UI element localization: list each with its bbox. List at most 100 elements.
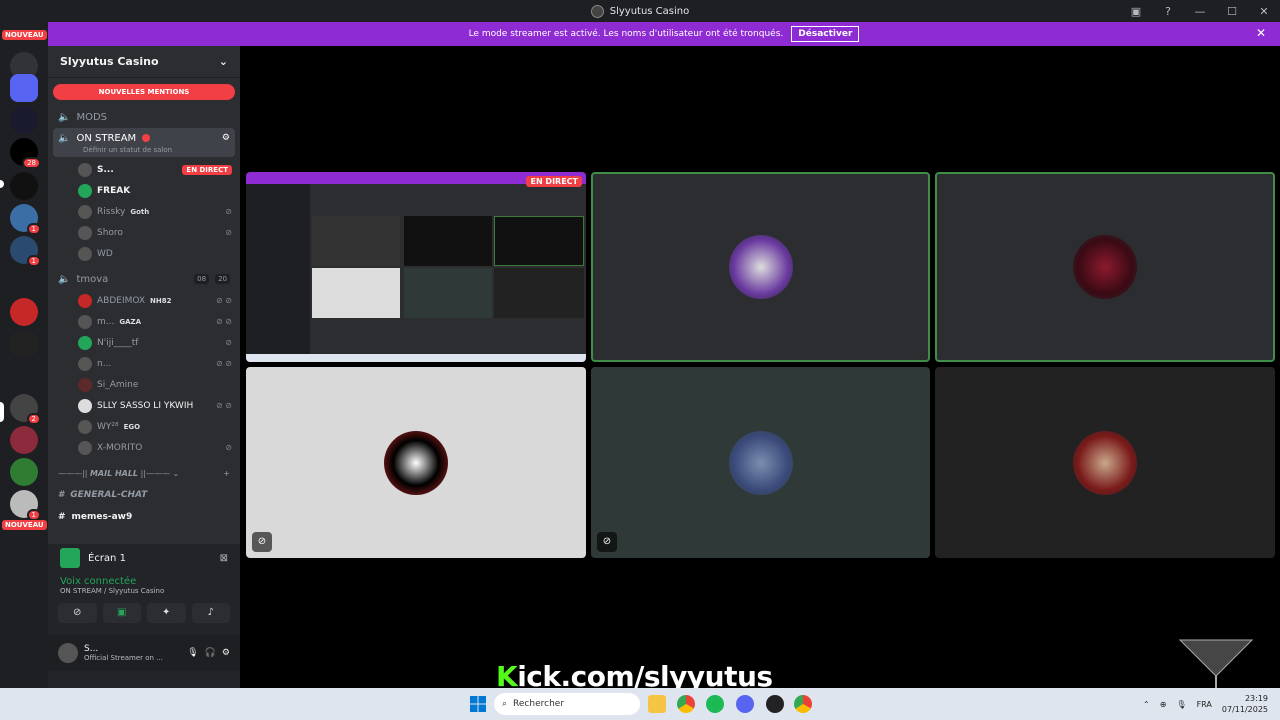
text-channel[interactable]: # GENERAL-CHAT: [48, 484, 240, 506]
member-row[interactable]: Shoro ⊘: [48, 222, 240, 243]
disable-streamer-button[interactable]: Désactiver: [791, 26, 860, 42]
mute-icon: ⊘ ⊘: [216, 359, 232, 368]
screen-icon: [60, 548, 80, 568]
avatar: [1073, 430, 1137, 495]
clock[interactable]: 23:19 07/11/2025: [1222, 693, 1268, 715]
selected-pip: [0, 402, 4, 422]
chrome-icon[interactable]: [677, 695, 695, 713]
speaker-icon: 🔈: [58, 273, 71, 285]
server-icon[interactable]: [10, 426, 38, 454]
file-explorer-icon[interactable]: [648, 695, 666, 713]
participant-tile[interactable]: [935, 172, 1275, 362]
gear-icon[interactable]: ⚙: [222, 133, 230, 143]
taskbar-search[interactable]: ⌕ Rechercher: [494, 693, 640, 715]
microphone-icon[interactable]: 🎙: [187, 648, 198, 658]
server-rail: NOUVEAU 28 1 1 2 1 NOUVEAU: [0, 22, 48, 688]
avatar[interactable]: [58, 643, 78, 663]
server-icon[interactable]: 1: [10, 236, 41, 267]
chevron-up-icon[interactable]: ⌃: [1143, 700, 1150, 709]
server-icon[interactable]: [10, 172, 38, 200]
member-row[interactable]: WY²⁸ EGO: [48, 416, 240, 437]
member-row[interactable]: m... GAZA ⊘ ⊘: [48, 311, 240, 332]
participant-tile[interactable]: [935, 367, 1275, 558]
member-row[interactable]: WD: [48, 243, 240, 264]
mute-icon: ⊘: [225, 443, 232, 452]
stream-preview-sidebar: [246, 184, 310, 362]
member-row[interactable]: N'iji____tf ⊘: [48, 332, 240, 353]
server-icon[interactable]: 28: [10, 138, 41, 169]
settings-icon[interactable]: ⚙: [222, 648, 230, 658]
participant-tile[interactable]: [591, 172, 930, 362]
member-row[interactable]: SLLY SASSO LI YKWIH ⊘ ⊘: [48, 395, 240, 416]
guild-name: Slyyutus Casino: [60, 55, 159, 68]
channel-status-hint[interactable]: Définir un statut de salon: [53, 146, 235, 157]
voice-status: Voix connectée ON STREAM / Slyyutus Casi…: [60, 576, 165, 595]
unread-badge: 1: [26, 255, 41, 267]
server-icon[interactable]: [10, 298, 38, 326]
member-row[interactable]: X-MORITO ⊘: [48, 437, 240, 458]
server-icon[interactable]: [10, 362, 38, 390]
avatar: [78, 335, 92, 350]
guild-header[interactable]: Slyyutus Casino ⌄: [48, 46, 240, 78]
stream-tile[interactable]: EN DIRECT: [246, 172, 586, 362]
server-icon[interactable]: [10, 458, 38, 486]
participant-tile[interactable]: ⊘: [591, 367, 930, 558]
server-icon[interactable]: 2: [10, 394, 41, 425]
new-mentions-pill[interactable]: NOUVELLES MENTIONS: [53, 84, 235, 100]
soundboard-icon[interactable]: ♪: [191, 603, 230, 623]
system-tray: ⌃ ⊕ 🎙 FRA 23:19 07/11/2025: [1143, 688, 1280, 720]
avatar: [78, 440, 92, 455]
participant-tile[interactable]: ⊘: [246, 367, 586, 558]
new-badge-bottom: NOUVEAU: [2, 520, 47, 530]
chrome-icon[interactable]: [794, 695, 812, 713]
text-channel[interactable]: # memes-aw9: [48, 506, 240, 528]
app-icon[interactable]: [766, 695, 784, 713]
help-icon[interactable]: ?: [1152, 5, 1184, 18]
stream-preview-cell: [494, 268, 584, 318]
live-badge: EN DIRECT: [182, 164, 232, 175]
server-icon[interactable]: [10, 330, 38, 358]
discord-icon[interactable]: [736, 695, 754, 713]
network-icon[interactable]: ⊕: [1160, 700, 1167, 709]
server-icon[interactable]: [10, 106, 38, 134]
microphone-icon[interactable]: 🎙: [1176, 700, 1186, 709]
close-icon[interactable]: ⊠: [220, 553, 228, 564]
camera-off-icon[interactable]: ⊘: [58, 603, 97, 623]
mute-icon: ⊘ ⊘: [216, 401, 232, 410]
maximize-button[interactable]: ☐: [1216, 5, 1248, 18]
hash-icon: #: [58, 490, 65, 500]
avatar: [78, 419, 92, 434]
stream-preview-taskbar: [246, 354, 586, 362]
channel-tmova[interactable]: 🔈 tmova 08 20: [48, 268, 240, 290]
member-row[interactable]: n... ⊘ ⊘: [48, 353, 240, 374]
minimize-button[interactable]: —: [1184, 5, 1216, 18]
avatar: [78, 314, 92, 329]
channel-mods[interactable]: 🔈 MODS: [48, 106, 240, 128]
close-button[interactable]: ✕: [1248, 5, 1280, 18]
channel-on-stream[interactable]: 🔈 ON STREAM ⚙: [53, 128, 235, 148]
banner-close-icon[interactable]: ✕: [1256, 26, 1266, 40]
server-icon[interactable]: 1: [10, 204, 41, 235]
screen-share-row[interactable]: Écran 1 ⊠: [48, 544, 240, 572]
member-row[interactable]: ABDEIMOX NH82 ⊘ ⊘: [48, 290, 240, 311]
title-bar: Slyyutus Casino ▣ ? — ☐ ✕: [0, 0, 1280, 22]
category-mail-hall[interactable]: ———|| MAIL HALL ||——— ⌄ +: [48, 462, 240, 484]
server-icon[interactable]: 1: [10, 490, 41, 521]
windows-start-icon[interactable]: [470, 696, 486, 712]
add-channel-icon[interactable]: +: [223, 469, 230, 478]
spotify-icon[interactable]: [706, 695, 724, 713]
share-screen-icon[interactable]: ▣: [102, 603, 141, 623]
muted-icon: ⊘: [597, 532, 617, 552]
member-row[interactable]: FREAK: [48, 180, 240, 201]
activities-icon[interactable]: ✦: [147, 603, 186, 623]
member-row[interactable]: Si_Amine: [48, 374, 240, 395]
member-row[interactable]: Rissky Goth ⊘: [48, 201, 240, 222]
inbox-icon[interactable]: ▣: [1120, 5, 1152, 18]
member-row[interactable]: S... EN DIRECT: [48, 159, 240, 180]
folder-icon[interactable]: [10, 74, 38, 102]
headphones-icon[interactable]: 🎧: [205, 648, 216, 658]
mute-icon: ⊘ ⊘: [216, 296, 232, 305]
channel-label: MODS: [76, 111, 107, 123]
mute-icon: ⊘: [225, 338, 232, 347]
language-indicator[interactable]: FRA: [1197, 700, 1212, 709]
